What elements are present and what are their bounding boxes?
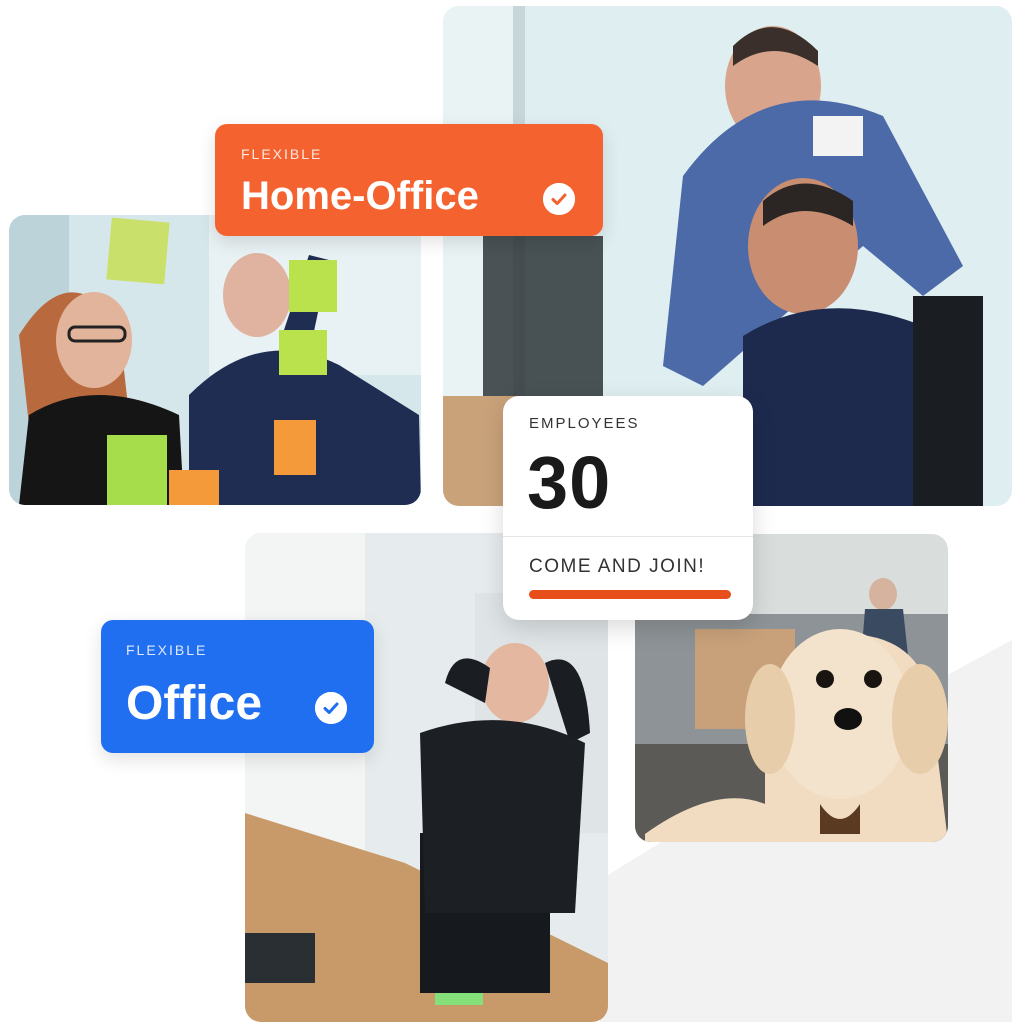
home-office-kicker: FLEXIBLE [241,146,323,162]
employees-count: 30 [527,441,612,524]
office-kicker: FLEXIBLE [126,642,208,658]
cta-underline-bar [529,590,731,599]
office-badge: FLEXIBLE Office [101,620,374,753]
photo-sticky-notes [9,215,421,505]
check-circle-icon [543,183,575,215]
come-and-join-link[interactable]: COME AND JOIN! [529,556,705,578]
employees-label: EMPLOYEES [529,415,640,432]
check-circle-icon [315,692,347,724]
home-office-badge: FLEXIBLE Home-Office [215,124,603,236]
card-divider [503,536,753,537]
office-title: Office [126,677,263,730]
employees-card: EMPLOYEES 30 COME AND JOIN! [503,396,753,620]
home-office-title: Home-Office [241,174,479,218]
